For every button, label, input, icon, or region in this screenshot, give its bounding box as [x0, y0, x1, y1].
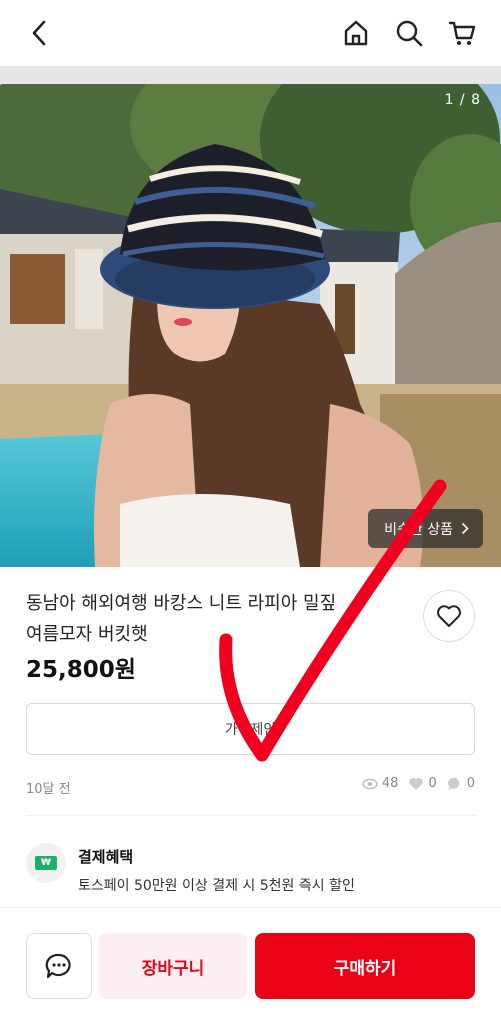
posted-time: 10달 전 — [26, 782, 71, 797]
header-separator — [0, 66, 501, 84]
likes-stat: 0 — [408, 776, 437, 791]
add-to-cart-button[interactable]: 장바구니 — [99, 933, 247, 999]
benefit-description: 토스페이 50만원 이상 결제 시 5천원 즉시 할인 — [78, 878, 355, 894]
likes-count: 0 — [428, 776, 437, 791]
image-counter: 1 / 8 — [444, 92, 481, 108]
heart-icon — [437, 605, 461, 627]
chats-stat: 0 — [447, 776, 475, 791]
similar-products-label: 비슷한 상품 — [384, 521, 453, 538]
views-stat: 48 — [362, 776, 399, 791]
top-navigation-bar — [0, 0, 501, 66]
views-count: 48 — [381, 776, 399, 791]
similar-products-button[interactable]: 비슷한 상품 — [368, 509, 483, 548]
chat-icon — [45, 953, 71, 979]
won-badge-text: ₩ — [41, 858, 51, 868]
section-divider — [26, 815, 475, 816]
chat-bubble-icon — [447, 777, 460, 790]
chats-count: 0 — [466, 776, 475, 791]
product-photo-illustration — [0, 84, 501, 567]
product-price: 25,800원 — [26, 657, 136, 683]
cart-icon[interactable] — [446, 17, 478, 49]
chevron-right-icon — [461, 522, 469, 535]
bottom-action-bar: 장바구니 구매하기 — [0, 907, 501, 1024]
product-stats: 48 0 0 — [356, 776, 475, 791]
wishlist-button[interactable] — [423, 590, 475, 642]
product-title: 동남아 해외여행 바캉스 니트 라피아 밀짚 여름모자 버킷햇 — [26, 588, 386, 650]
price-offer-button[interactable]: 가격제안 — [26, 703, 475, 755]
eye-icon — [362, 778, 378, 789]
benefit-title: 결제혜택 — [78, 848, 134, 866]
product-title-line-2: 여름모자 버킷햇 — [26, 624, 148, 645]
payment-benefit-icon: ₩ — [26, 843, 66, 883]
search-icon[interactable] — [393, 17, 425, 49]
buy-now-button[interactable]: 구매하기 — [255, 933, 475, 999]
home-icon[interactable] — [340, 17, 372, 49]
chat-button[interactable] — [26, 933, 92, 999]
product-image[interactable]: 1 / 8 비슷한 상품 — [0, 84, 501, 567]
chevron-left-icon[interactable] — [24, 17, 56, 49]
heart-icon — [409, 777, 424, 790]
product-title-line-1: 동남아 해외여행 바캉스 니트 라피아 밀짚 — [26, 593, 337, 614]
